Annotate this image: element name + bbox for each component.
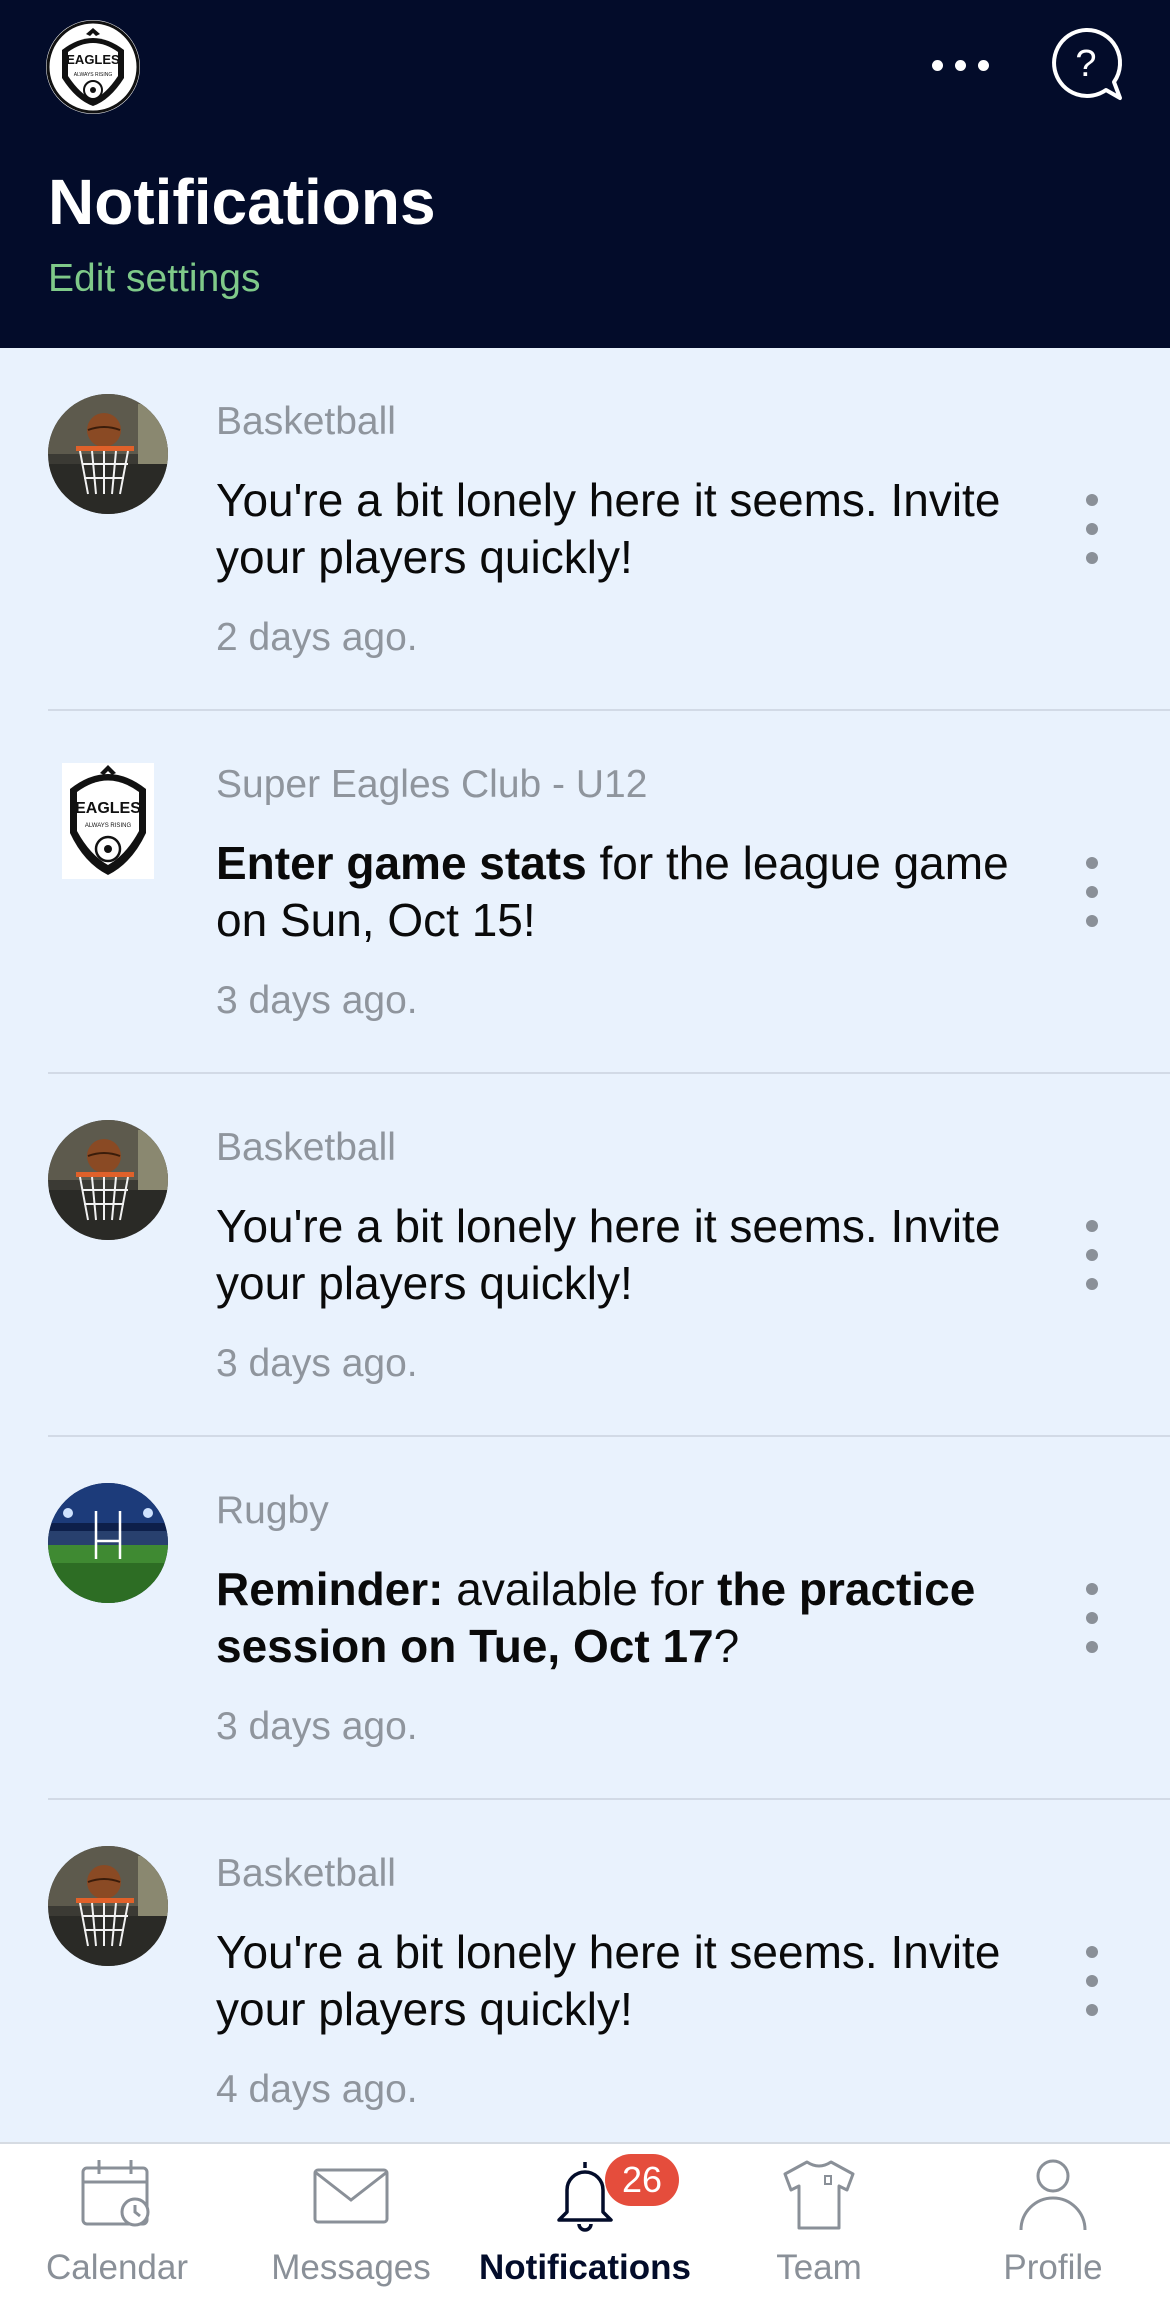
more-dot [954,59,966,71]
edit-settings-link[interactable]: Edit settings [48,254,260,304]
tab-label: Team [776,2248,862,2287]
more-dot [931,59,943,71]
message-bold: Enter game stats [216,837,587,889]
tab-team[interactable]: Team [702,2144,936,2318]
page-title: Notifications [48,166,436,238]
notification-options-icon[interactable] [1072,1946,1112,2016]
notification-message: Reminder: available for the practice ses… [216,1561,1046,1675]
app-header: EAGLES ALWAYS RISING ? Notifications Edi… [0,0,1170,348]
tab-notifications[interactable]: 26 Notifications [468,2144,702,2318]
eagles-club-logo: EAGLES ALWAYS RISING [62,763,154,879]
notification-message: Enter game stats for the league game on … [216,835,1046,949]
svg-text:ALWAYS RISING: ALWAYS RISING [74,72,113,78]
message-bold: Reminder: [216,1563,444,1615]
tab-label: Notifications [479,2248,691,2287]
club-logo[interactable]: EAGLES ALWAYS RISING [46,20,140,114]
tab-label: Messages [271,2248,431,2287]
notification-time: 3 days ago. [216,1342,418,1385]
basketball-hoop-avatar [48,1120,168,1240]
svg-text:EAGLES: EAGLES [66,52,120,67]
notification-item[interactable]: EAGLES ALWAYS RISING Super Eagles Club -… [0,711,1170,1074]
notification-message: You're a bit lonely here it seems. Invit… [216,474,1001,583]
calendar-icon [81,2160,150,2227]
basketball-hoop-avatar [48,1846,168,1966]
notification-item[interactable]: Basketball You're a bit lonely here it s… [0,1074,1170,1437]
notification-options-icon[interactable] [1072,494,1112,564]
notification-message: You're a bit lonely here it seems. Invit… [216,1926,1001,2035]
notification-time: 2 days ago. [216,616,418,659]
basketball-hoop-avatar [48,394,168,514]
notification-options-icon[interactable] [1072,857,1112,927]
notification-options-icon[interactable] [1072,1220,1112,1290]
jersey-icon [783,2160,855,2230]
notification-source: Basketball [216,1126,396,1169]
tab-calendar[interactable]: Calendar [0,2144,234,2318]
notification-time: 3 days ago. [216,979,418,1022]
notification-source: Basketball [216,1852,396,1895]
notification-options-icon[interactable] [1072,1583,1112,1653]
notification-time: 4 days ago. [216,2068,418,2111]
help-chat-icon[interactable]: ? [1048,26,1124,104]
person-icon [1019,2159,1087,2231]
svg-text:EAGLES: EAGLES [75,800,141,817]
notification-source: Basketball [216,400,396,443]
message-text: ? [713,1620,740,1672]
notification-source: Rugby [216,1489,329,1532]
notification-list: Basketball You're a bit lonely here it s… [0,348,1170,2163]
more-options-button[interactable] [920,40,1000,90]
svg-text:?: ? [1075,43,1096,85]
tab-messages[interactable]: Messages [234,2144,468,2318]
more-dot [977,59,989,71]
tab-profile[interactable]: Profile [936,2144,1170,2318]
tab-label: Calendar [45,2248,189,2287]
notification-count-badge: 26 [605,2154,679,2206]
notification-message: You're a bit lonely here it seems. Invit… [216,1200,1001,1309]
notification-item[interactable]: Basketball You're a bit lonely here it s… [0,1800,1170,2163]
rugby-stadium-avatar [48,1483,168,1603]
notification-item[interactable]: Rugby Reminder: available for the practi… [0,1437,1170,1800]
svg-text:ALWAYS RISING: ALWAYS RISING [85,823,132,829]
bottom-tab-bar: Calendar Messages 26 Notifications Team … [0,2142,1170,2318]
notification-item[interactable]: Basketball You're a bit lonely here it s… [0,348,1170,711]
notification-time: 3 days ago. [216,1705,418,1748]
envelope-icon [313,2168,389,2224]
message-text: available for [443,1563,718,1615]
tab-label: Profile [1003,2248,1103,2287]
notification-source: Super Eagles Club - U12 [216,763,648,806]
